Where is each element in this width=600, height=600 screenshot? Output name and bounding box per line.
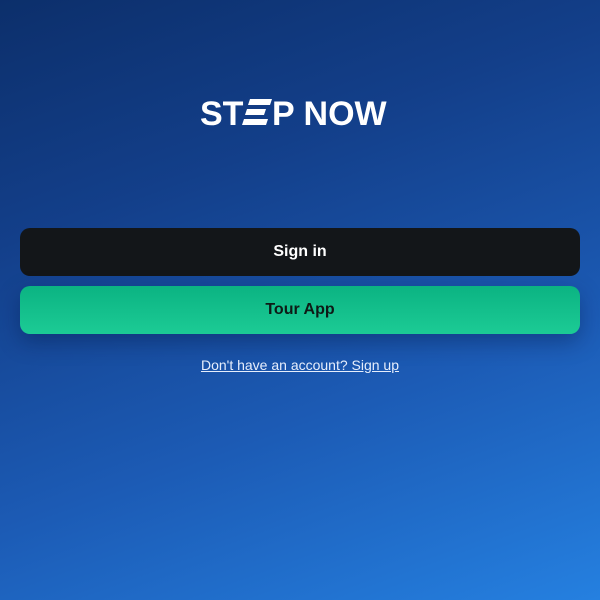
step-now-logo-icon: ST P NOW: [200, 95, 388, 133]
tour-app-label: Tour App: [265, 301, 335, 318]
logo-e-mark: [242, 99, 272, 125]
tour-app-button[interactable]: Tour App: [20, 286, 580, 334]
logo-letters-p-now: P NOW: [272, 95, 388, 133]
sign-in-label: Sign in: [273, 243, 327, 260]
app-logo: ST P NOW STEP NOW: [0, 92, 600, 136]
sign-up-link[interactable]: Don't have an account? Sign up: [0, 357, 600, 373]
logo-letters-st: ST: [200, 95, 244, 133]
sign-in-button[interactable]: Sign in: [20, 228, 580, 276]
